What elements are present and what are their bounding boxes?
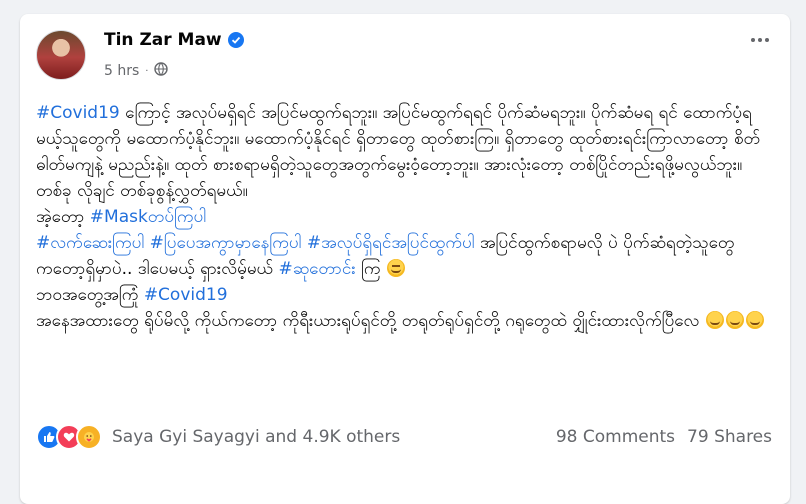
post-paragraph: ဘဝအတွေ့အကြုံ #Covid19 [36,282,772,308]
post-text-segment: ကြောင့် အလုပ်မရှိရင် အပြင်မထွက်ရဘူး။ အပြ… [36,103,761,201]
hashtag-link[interactable]: #လက်ဆေးကြပါ [36,233,144,253]
relieved-emoji-icon [705,311,724,329]
hashtag-link[interactable]: #အလုပ်ရှိရင်အပြင်ထွက်ပါ [307,233,475,253]
post-time[interactable]: 5 hrs [104,63,139,79]
post-paragraph: #Covid19 ကြောင့် အလုပ်မရှိရင် အပြင်မထွက်… [36,100,772,204]
more-options-icon[interactable] [746,28,774,52]
reactions-count[interactable]: Saya Gyi Sayagyi and 4.9K others [112,427,400,447]
shares-count[interactable]: 79 Shares [687,427,772,447]
post-text-segment: အဲ့တော့ [36,207,90,227]
post-card: Tin Zar Maw 5 hrs · #Covid19 ကြောင့် အလု… [20,14,790,504]
post-text-segment: အနေအထားတွေ ရိုပ်မိလို့ ကိုယ်ကတော့ ကိုရီး… [36,311,705,331]
post-body: #Covid19 ကြောင့် အလုပ်မရှိရင် အပြင်မထွက်… [36,100,772,334]
separator-dot: · [145,65,149,77]
relieved-emoji-icon [745,311,764,329]
post-paragraph: အနေအထားတွေ ရိုပ်မိလို့ ကိုယ်ကတော့ ကိုရီး… [36,308,772,334]
post-paragraph: #လက်ဆေးကြပါ #ပြပေအကွာမှာနေကြပါ #အလုပ်ရှိ… [36,230,772,282]
hashtag-link[interactable]: #Covid19 [144,285,228,305]
reactions-summary[interactable]: Saya Gyi Sayagyi and 4.9K others [36,424,400,450]
post-meta: 5 hrs · [104,62,169,80]
post-paragraph: အဲ့တော့ #Maskတပ်ကြပါ [36,204,772,230]
hashtag-link[interactable]: #Covid19 [36,103,120,123]
comments-count[interactable]: 98 Comments [556,427,675,447]
engagement-counts: 98 Comments 79 Shares [556,427,772,447]
post-text-segment: ကြ [355,259,386,279]
smirk-emoji-icon [386,259,405,277]
hashtag-link[interactable]: #ဆုတောင်း [278,259,355,279]
reactions-bar: Saya Gyi Sayagyi and 4.9K others 98 Comm… [36,424,772,450]
relieved-emoji-icon [725,311,744,329]
reaction-icons [36,424,102,450]
hashtag-link[interactable]: #ပြပေအကွာမှာနေကြပါ [150,233,302,253]
verified-badge-icon [227,32,244,48]
post-text-segment: ဘဝအတွေ့အကြုံ [36,285,144,305]
hashtag-link[interactable]: #Maskတပ်ကြပါ [90,207,206,227]
avatar[interactable] [36,30,86,80]
care-icon [76,424,102,450]
author-name[interactable]: Tin Zar Maw [104,30,222,50]
globe-icon[interactable] [154,62,169,80]
post-header: Tin Zar Maw [104,30,244,50]
